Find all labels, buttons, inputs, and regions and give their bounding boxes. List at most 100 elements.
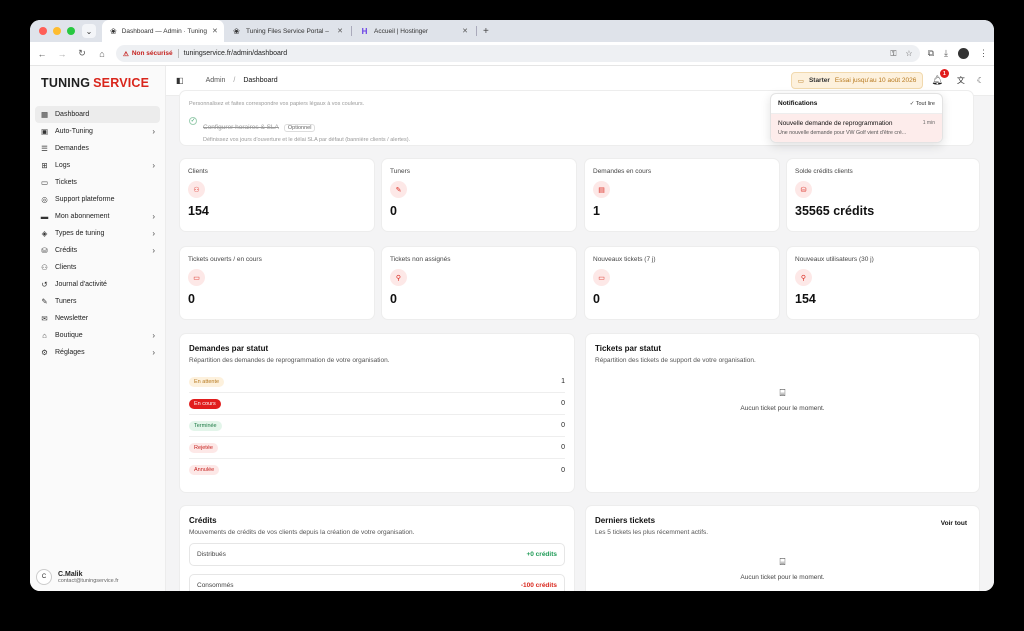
- calendar-icon: ▭: [797, 77, 804, 85]
- sidebar-item-newsletter[interactable]: ✉ Newsletter: [35, 310, 160, 327]
- dark-mode-icon[interactable]: ☾: [977, 76, 984, 85]
- sidebar-item-types-tuning[interactable]: ◈ Types de tuning ›: [35, 225, 160, 242]
- support-icon: ◎: [41, 195, 48, 204]
- profile-avatar[interactable]: [958, 48, 969, 59]
- stat-card-nouveaux-utilisateurs: Nouveaux utilisateurs (30 j) ⚲ 154: [786, 246, 980, 320]
- check-icon: ✓: [189, 117, 197, 125]
- download-icon[interactable]: ⤓: [944, 48, 948, 59]
- wrench-icon: ✎: [390, 181, 407, 198]
- reload-icon[interactable]: ↻: [76, 48, 88, 59]
- dashboard-content: Personnalisez et faites correspondre vos…: [179, 90, 981, 591]
- notifications-title: Notifications: [778, 100, 818, 107]
- tab-dashboard[interactable]: ❀ Dashboard — Admin · Tuning ✕: [102, 20, 224, 42]
- view-all-button[interactable]: Voir tout: [941, 520, 967, 527]
- sidebar-toggle-icon[interactable]: ◧: [176, 76, 184, 85]
- history-icon: ↺: [41, 280, 48, 289]
- tab-strip: ⌄ ❀ Dashboard — Admin · Tuning ✕ ❀ Tunin…: [30, 20, 994, 42]
- breadcrumb-admin[interactable]: Admin: [206, 77, 226, 84]
- close-tab-icon[interactable]: ✕: [337, 27, 343, 35]
- window-controls: [30, 27, 78, 35]
- tab-search-icon[interactable]: ⌄: [82, 24, 96, 38]
- close-tab-icon[interactable]: ✕: [212, 27, 218, 35]
- browser-window: ⌄ ❀ Dashboard — Admin · Tuning ✕ ❀ Tunin…: [30, 20, 994, 591]
- status-badge: En cours: [189, 398, 221, 409]
- chevron-right-icon: ›: [152, 348, 155, 357]
- more-icon[interactable]: ⋮: [979, 48, 988, 59]
- translate-icon[interactable]: 文: [957, 75, 965, 86]
- bookmark-star-icon[interactable]: ☆: [905, 49, 912, 59]
- sidebar-item-logs[interactable]: ⊞ Logs ›: [35, 157, 160, 174]
- tickets-status-panel: Tickets par statut Répartition des ticke…: [585, 333, 980, 493]
- sidebar-item-clients[interactable]: ⚇ Clients: [35, 259, 160, 276]
- tab-tuning-portal[interactable]: ❀ Tuning Files Service Portal – ✕: [224, 20, 351, 42]
- mark-all-read-button[interactable]: ✓ Tout lire: [910, 101, 935, 107]
- grid-icon: ▦: [40, 110, 49, 119]
- file-icon: ▤: [593, 181, 610, 198]
- sidebar-item-reglages[interactable]: ⚙ Réglages ›: [35, 344, 160, 361]
- close-window-button[interactable]: [39, 27, 47, 35]
- user-plus-icon: ⚲: [390, 269, 407, 286]
- check-double-icon: ✓: [909, 100, 915, 107]
- sidebar-item-demandes[interactable]: ☰ Demandes: [35, 140, 160, 157]
- breadcrumb-current: Dashboard: [243, 77, 278, 84]
- status-badge: Annulée: [189, 465, 220, 475]
- empty-state: ⌸ Aucun ticket pour le moment.: [595, 557, 970, 581]
- sidebar-item-tickets[interactable]: ▭ Tickets: [35, 174, 160, 191]
- sidebar-item-abonnement[interactable]: ▬ Mon abonnement ›: [35, 208, 160, 225]
- ticket-icon: ⌸: [779, 388, 786, 399]
- user-profile[interactable]: C C.Malik contact@tuningservice.fr: [36, 569, 119, 585]
- warning-icon: ⚠: [123, 50, 129, 58]
- ticket-icon: ⌸: [779, 557, 786, 568]
- maximize-window-button[interactable]: [67, 27, 75, 35]
- stat-card-demandes: Demandes en cours ▤ 1: [584, 158, 780, 232]
- chevron-right-icon: ›: [152, 246, 155, 255]
- latest-tickets-panel: Derniers tickets Les 5 tickets les plus …: [585, 505, 980, 591]
- credit-row: Distribués +0 crédits: [189, 543, 565, 566]
- forward-icon[interactable]: →: [56, 49, 68, 59]
- credits-icon: ⛁: [41, 246, 48, 255]
- user-plus-icon: ⚲: [795, 269, 812, 286]
- user-name: C.Malik: [58, 570, 83, 578]
- stat-card-tickets-non-assignes: Tickets non assignés ⚲ 0: [381, 246, 577, 320]
- new-tab-button[interactable]: +: [477, 26, 495, 37]
- ticket-icon: ▭: [40, 178, 49, 187]
- plan-badge[interactable]: ▭ Starter Essai jusqu'au 10 août 2026: [790, 72, 924, 89]
- extensions-icon[interactable]: ⧉: [928, 48, 934, 59]
- empty-state: ⌸ Aucun ticket pour le moment.: [595, 388, 970, 412]
- users-icon: ⚇: [41, 263, 48, 272]
- stat-card-clients: Clients ⚇ 154: [179, 158, 375, 232]
- sidebar-item-tuners[interactable]: ✎ Tuners: [35, 293, 160, 310]
- key-icon[interactable]: ⚿: [890, 49, 896, 59]
- status-badge: En attente: [189, 376, 225, 387]
- demandes-status-panel: Demandes par statut Répartition des dema…: [179, 333, 575, 493]
- chevron-right-icon: ›: [152, 127, 155, 136]
- sidebar-item-journal[interactable]: ↺ Journal d'activité: [35, 276, 160, 293]
- insecure-badge[interactable]: ⚠ Non sécurisé: [123, 50, 173, 58]
- home-icon[interactable]: ⌂: [96, 49, 108, 59]
- back-icon[interactable]: ←: [36, 49, 48, 59]
- paw-icon: ❀: [233, 26, 240, 36]
- notification-item[interactable]: Nouvelle demande de reprogrammation 1 mi…: [771, 114, 942, 142]
- close-tab-icon[interactable]: ✕: [462, 27, 468, 35]
- ticket-icon: ▭: [188, 269, 205, 286]
- sidebar-item-dashboard[interactable]: ▦ Dashboard: [35, 106, 160, 123]
- brand-logo[interactable]: TUNING SERVICE: [30, 66, 165, 100]
- minimize-window-button[interactable]: [53, 27, 61, 35]
- sidebar-item-auto-tuning[interactable]: ▣ Auto-Tuning ›: [35, 123, 160, 140]
- stat-card-tuners: Tuners ✎ 0: [381, 158, 577, 232]
- ticket-icon: ▭: [593, 269, 610, 286]
- hostinger-icon: H: [361, 26, 368, 36]
- status-row: Rejetée 0: [189, 437, 565, 459]
- status-badge: Rejetée: [189, 442, 218, 453]
- chevron-right-icon: ›: [152, 229, 155, 238]
- credits-panel: Crédits Mouvements de crédits de vos cli…: [179, 505, 575, 591]
- sidebar-item-credits[interactable]: ⛁ Crédits ›: [35, 242, 160, 259]
- sidebar-item-support[interactable]: ◎ Support plateforme: [35, 191, 160, 208]
- chevron-right-icon: ›: [152, 161, 155, 170]
- sidebar-item-boutique[interactable]: ⌂ Boutique ›: [35, 327, 160, 344]
- chevron-right-icon: ›: [152, 331, 155, 340]
- url-input[interactable]: ⚠ Non sécurisé tuningservice.fr/admin/das…: [116, 45, 920, 62]
- notifications-button[interactable]: 🔔︎ 1: [931, 69, 949, 86]
- list-icon: ☰: [41, 144, 48, 153]
- tab-hostinger[interactable]: H Accueil | Hostinger ✕: [352, 20, 476, 42]
